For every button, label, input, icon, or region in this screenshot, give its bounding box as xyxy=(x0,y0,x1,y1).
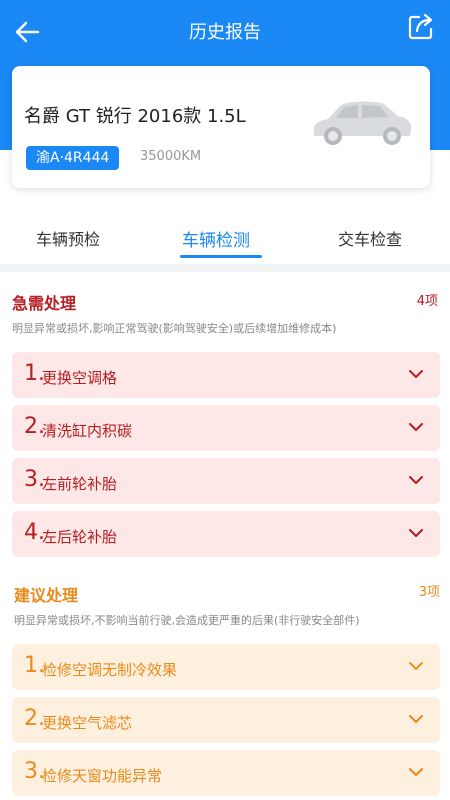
share-icon[interactable] xyxy=(408,14,434,40)
item-label: 左后轮补胎 xyxy=(42,528,118,546)
item-label: 检修天窗功能异常 xyxy=(42,767,163,785)
suggest-count: 3项 xyxy=(418,585,440,600)
page-title: 历史报告 xyxy=(189,22,261,43)
mileage-text: 35000KM xyxy=(140,149,202,164)
chevron-down-icon[interactable] xyxy=(408,764,424,780)
item-label: 更换空调格 xyxy=(42,369,118,387)
suggest-item[interactable]: 2. 更换空气滤芯 xyxy=(12,697,440,743)
urgent-count: 4项 xyxy=(416,294,438,309)
car-info-card: 名爵 GT 锐行 2016款 1.5L 渝A·4R444 35000KM xyxy=(12,66,430,188)
suggest-item[interactable]: 3. 检修天窗功能异常 xyxy=(12,750,440,796)
active-tab-indicator xyxy=(180,255,262,258)
chevron-down-icon[interactable] xyxy=(408,711,424,727)
section-divider xyxy=(0,264,450,272)
item-label: 检修空调无制冷效果 xyxy=(42,661,178,679)
tab-vehicle-inspection[interactable]: 车辆检测 xyxy=(182,226,250,251)
urgent-item[interactable]: 1. 更换空调格 xyxy=(12,352,440,398)
item-label: 左前轮补胎 xyxy=(42,475,118,493)
urgent-item[interactable]: 2. 清洗缸内积碳 xyxy=(12,405,440,451)
item-label: 更换空气滤芯 xyxy=(42,714,133,732)
chevron-down-icon[interactable] xyxy=(408,525,424,541)
chevron-down-icon[interactable] xyxy=(408,419,424,435)
chevron-down-icon[interactable] xyxy=(408,658,424,674)
car-image xyxy=(313,101,412,145)
tab-delivery-check[interactable]: 交车检查 xyxy=(338,226,402,250)
inspection-tabs: 车辆预检 车辆检测 交车检查 xyxy=(0,212,450,262)
suggest-section-title: 建议处理 xyxy=(14,586,79,605)
chevron-down-icon[interactable] xyxy=(408,472,424,488)
suggest-item[interactable]: 1. 检修空调无制冷效果 xyxy=(12,644,440,690)
car-model-name: 名爵 GT 锐行 2016款 1.5L xyxy=(24,106,246,127)
suggest-description: 明显异常或损坏,不影响当前行驶,会造成更严重的后果(非行驶安全部件) xyxy=(14,614,360,627)
tab-pre-inspection[interactable]: 车辆预检 xyxy=(36,226,100,250)
urgent-item[interactable]: 3. 左前轮补胎 xyxy=(12,458,440,504)
item-label: 清洗缸内积碳 xyxy=(42,422,133,440)
urgent-item[interactable]: 4. 左后轮补胎 xyxy=(12,511,440,557)
urgent-description: 明显异常或损坏,影响正常驾驶(影响驾驶安全)或后续增加维修成本) xyxy=(12,322,337,335)
urgent-section-title: 急需处理 xyxy=(12,294,77,313)
chevron-down-icon[interactable] xyxy=(408,366,424,382)
license-plate-badge: 渝A·4R444 xyxy=(26,146,120,170)
